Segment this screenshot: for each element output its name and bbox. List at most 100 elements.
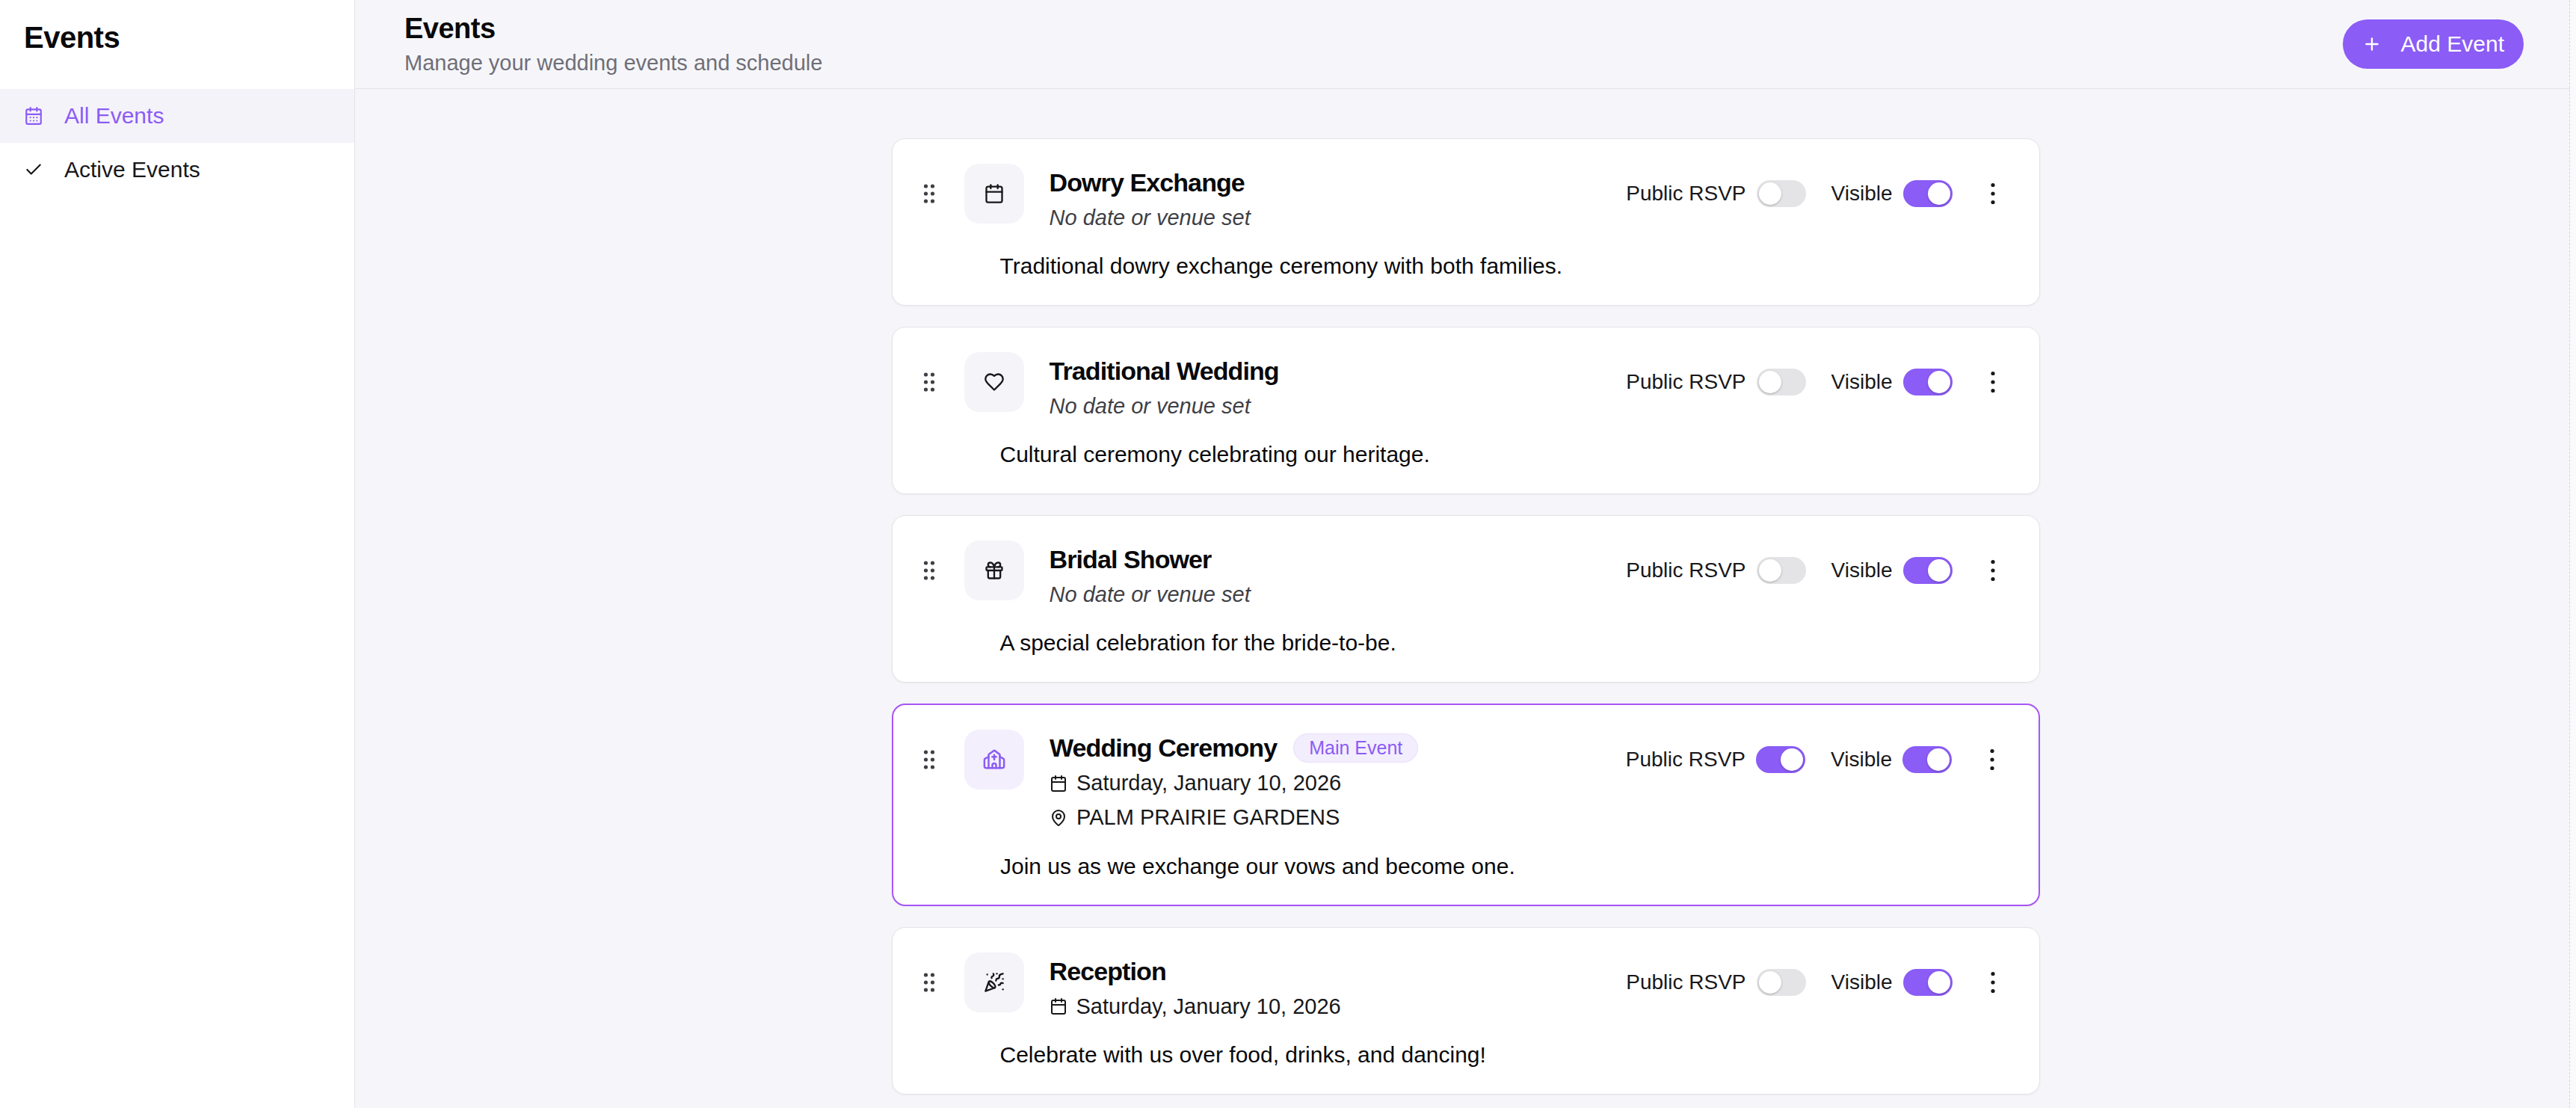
event-menu-button[interactable]: [1976, 961, 2009, 1003]
event-card-top: Traditional Wedding No date or venue set P…: [922, 352, 2009, 421]
visible-label: Visible: [1831, 182, 1893, 206]
event-title: Traditional Wedding: [1050, 357, 1279, 386]
event-description: Join us as we exchange our vows and beco…: [1000, 852, 2009, 881]
event-text: Wedding Ceremony Main Event Saturday, Janu…: [1050, 730, 1418, 833]
event-menu-button[interactable]: [1976, 361, 2009, 403]
drag-handle-icon[interactable]: [922, 541, 936, 600]
event-controls: Public RSVPVisible: [1626, 164, 2009, 224]
event-icon-box: [964, 730, 1024, 790]
drag-handle-icon[interactable]: [922, 730, 936, 790]
event-no-date-text: No date or venue set: [1050, 391, 1279, 421]
sidebar-item-label: All Events: [64, 103, 164, 129]
event-icon-box: [964, 541, 1024, 600]
public-rsvp-label: Public RSVP: [1626, 558, 1745, 582]
event-description: Celebrate with us over food, drinks, and…: [1000, 1041, 2009, 1069]
event-card: Traditional Wedding No date or venue set P…: [892, 327, 2040, 494]
event-text: Reception Saturday, January 10, 2026: [1050, 952, 1341, 1021]
drag-handle-icon[interactable]: [922, 352, 936, 412]
add-event-button[interactable]: Add Event: [2343, 19, 2524, 69]
add-event-button-label: Add Event: [2401, 31, 2504, 57]
event-controls: Public RSVP Visible: [1626, 730, 2009, 790]
event-controls: Public RSVPVisible: [1626, 952, 2009, 1012]
calendar-icon: [984, 183, 1005, 204]
event-card-top: Bridal Shower No date or venue set Public …: [922, 541, 2009, 609]
event-text: Bridal Shower No date or venue set: [1050, 541, 1251, 609]
event-icon-box: [964, 164, 1024, 224]
sidebar-item-all-events[interactable]: All Events: [0, 89, 354, 143]
event-card-top: Reception Saturday, January 10, 2026 Publi…: [922, 952, 2009, 1021]
drag-handle-icon[interactable]: [922, 164, 936, 224]
main-event-badge: Main Event: [1293, 733, 1418, 763]
sidebar-nav: All Events Active Events: [0, 89, 354, 197]
visible-toggle[interactable]: [1903, 969, 1953, 996]
event-description: A special celebration for the bride-to-b…: [1000, 629, 2009, 657]
calendar-icon: [1050, 775, 1067, 792]
event-menu-button[interactable]: [1976, 739, 2009, 781]
plus-icon: [2362, 34, 2382, 54]
visible-toggle[interactable]: [1903, 369, 1953, 396]
event-icon-box: [964, 952, 1024, 1012]
main-area: Events Manage your wedding events and sc…: [355, 0, 2576, 1108]
event-description: Cultural ceremony celebrating our herita…: [1000, 440, 2009, 469]
event-title: Dowry Exchange: [1050, 168, 1245, 197]
event-controls: Public RSVP Visible: [1626, 352, 2009, 412]
calendar-icon: [1050, 997, 1067, 1015]
public-rsvp-toggle[interactable]: [1756, 746, 1805, 773]
event-text: Dowry Exchange No date or venue set: [1050, 164, 1251, 233]
event-date: Saturday, January 10, 2026: [1050, 991, 1341, 1021]
event-icon-box: [964, 352, 1024, 412]
event-description: Traditional dowry exchange ceremony with…: [1000, 252, 2009, 280]
visible-toggle[interactable]: [1902, 746, 1952, 773]
event-title: Wedding Ceremony: [1050, 733, 1277, 763]
event-card: Dowry Exchange No date or venue set Public…: [892, 138, 2040, 306]
event-title: Reception: [1050, 957, 1166, 986]
event-title: Bridal Shower: [1050, 545, 1212, 574]
event-no-date-text: No date or venue set: [1050, 203, 1251, 233]
check-icon: [24, 160, 43, 179]
scrollbar-track[interactable]: [2570, 0, 2576, 1108]
event-card: Bridal Shower No date or venue set Public …: [892, 515, 2040, 683]
event-no-date-text: No date or venue set: [1050, 579, 1251, 609]
event-controls: Public RSVP Visible: [1626, 541, 2009, 600]
public-rsvp-label: Public RSVP: [1626, 748, 1745, 772]
calendar-days-icon: [24, 106, 43, 126]
event-date-text: Saturday, January 10, 2026: [1076, 771, 1341, 795]
page-title: Events: [404, 13, 822, 45]
page-subtitle: Manage your wedding events and schedule: [404, 51, 822, 76]
visible-toggle[interactable]: [1903, 557, 1953, 584]
public-rsvp-toggle[interactable]: [1757, 969, 1806, 996]
event-list: Dowry Exchange No date or venue set Public…: [355, 89, 2576, 1108]
sidebar-item-active-events[interactable]: Active Events: [0, 143, 354, 197]
event-menu-button[interactable]: [1976, 550, 2009, 591]
visible-label: Visible: [1831, 970, 1893, 994]
party-popper-icon: [984, 972, 1005, 993]
event-card: Wedding Ceremony Main Event Saturday, Janu…: [892, 704, 2040, 906]
event-card-top: Dowry Exchange No date or venue set Public…: [922, 164, 2009, 233]
public-rsvp-toggle[interactable]: [1757, 369, 1806, 396]
visible-label: Visible: [1831, 370, 1893, 394]
event-text: Traditional Wedding No date or venue set: [1050, 352, 1279, 421]
sidebar: Events All Events Active Events: [0, 0, 355, 1108]
event-menu-button[interactable]: [1976, 173, 2009, 215]
visible-label: Visible: [1831, 558, 1893, 582]
event-venue: PALM PRAIRIE GARDENS: [1050, 803, 1418, 833]
page-header-text: Events Manage your wedding events and sc…: [404, 13, 822, 76]
drag-handle-icon[interactable]: [922, 952, 936, 1012]
page-header: Events Manage your wedding events and sc…: [355, 0, 2576, 89]
public-rsvp-label: Public RSVP: [1626, 370, 1745, 394]
heart-icon: [984, 372, 1005, 393]
event-card-top: Wedding Ceremony Main Event Saturday, Janu…: [922, 730, 2009, 833]
visible-label: Visible: [1831, 748, 1892, 772]
church-icon: [983, 748, 1005, 771]
event-date: Saturday, January 10, 2026: [1050, 769, 1418, 798]
event-card: Reception Saturday, January 10, 2026 Publi…: [892, 927, 2040, 1095]
gift-icon: [984, 560, 1005, 581]
public-rsvp-toggle[interactable]: [1757, 180, 1806, 207]
sidebar-item-label: Active Events: [64, 157, 200, 182]
sidebar-title: Events: [24, 21, 354, 55]
event-venue-text: PALM PRAIRIE GARDENS: [1076, 805, 1340, 830]
map-pin-icon: [1050, 809, 1067, 827]
public-rsvp-toggle[interactable]: [1757, 557, 1806, 584]
event-date-text: Saturday, January 10, 2026: [1076, 994, 1341, 1019]
visible-toggle[interactable]: [1903, 180, 1953, 207]
